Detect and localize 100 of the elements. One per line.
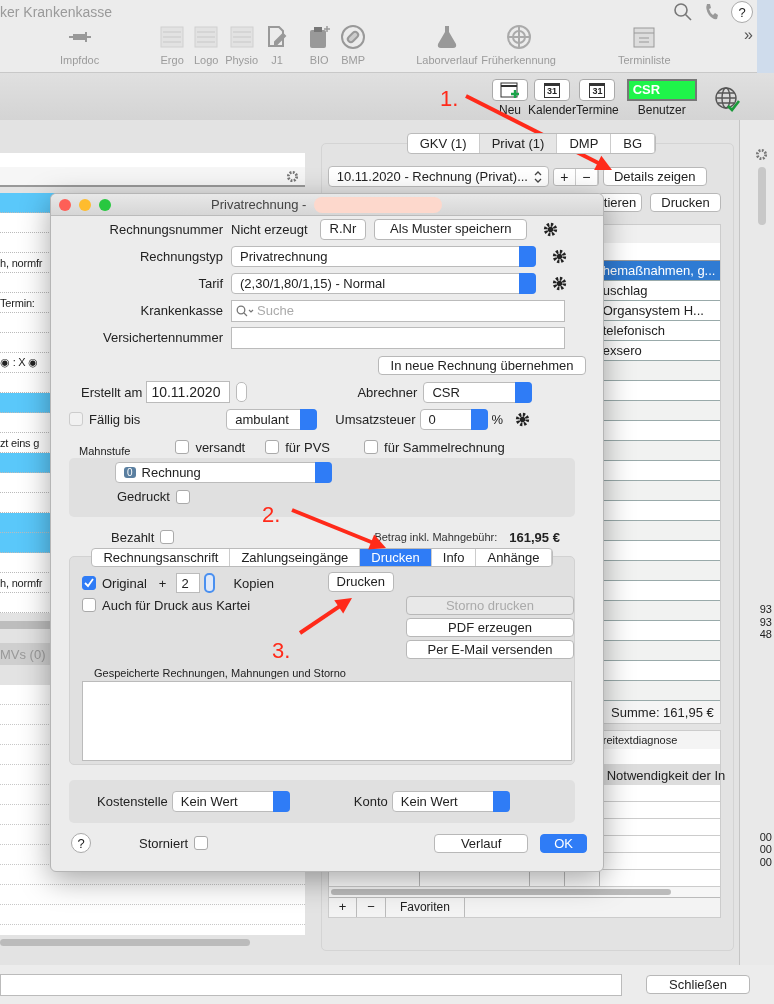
- settings-icon[interactable]: [515, 411, 531, 427]
- transfer-button[interactable]: In neue Rechnung übernehmen: [378, 356, 586, 375]
- tab[interactable]: GKV (1): [407, 134, 480, 153]
- checkbox-label: für Sammelrechnung: [384, 439, 505, 455]
- table-cell: 00: [759, 855, 772, 868]
- annotation-arrow: [298, 598, 352, 635]
- invoice-type-dropdown[interactable]: Privatrechnung: [231, 246, 536, 267]
- updown-icon: [533, 170, 542, 183]
- checkbox[interactable]: [175, 489, 190, 504]
- tab[interactable]: Rechnungsanschrift: [92, 549, 231, 566]
- close-window-button[interactable]: [59, 198, 71, 211]
- window-title: ker Krankenkasse: [0, 4, 113, 20]
- action-button[interactable]: Drucken: [650, 193, 721, 212]
- pill-icon: [340, 24, 367, 50]
- checkbox[interactable]: [175, 440, 190, 454]
- table-cell: 00: [759, 843, 772, 856]
- print-button[interactable]: Drucken: [327, 572, 394, 592]
- field-label: Versichertennummer: [102, 330, 223, 345]
- stepper[interactable]: [204, 573, 216, 593]
- close-button[interactable]: Schließen: [646, 975, 750, 994]
- checkbox[interactable]: [160, 530, 175, 544]
- tab[interactable]: Info: [431, 549, 477, 566]
- step-label: 1.: [440, 86, 459, 111]
- form-icon: [228, 24, 255, 50]
- settings-icon[interactable]: [552, 276, 567, 291]
- history-button[interactable]: Verlauf: [434, 833, 529, 853]
- biller-dropdown[interactable]: CSR: [423, 381, 533, 403]
- settings-icon[interactable]: [552, 249, 567, 264]
- toolbar-button[interactable]: [492, 79, 528, 101]
- tariff-dropdown[interactable]: (2,30/1,80/1,15) - Normal: [231, 273, 536, 294]
- field-label: Krankenkasse: [139, 303, 223, 318]
- saved-documents-list[interactable]: [82, 681, 572, 761]
- copies-label: Kopien: [233, 575, 274, 591]
- favorites-button[interactable]: Favoriten: [385, 898, 465, 917]
- copies-field[interactable]: 2: [176, 573, 201, 593]
- field-label: Kostenstelle: [97, 794, 168, 809]
- add-button[interactable]: +: [553, 168, 576, 185]
- stepper[interactable]: [236, 382, 248, 402]
- account-dropdown[interactable]: Kein Wert: [391, 791, 510, 812]
- action-button[interactable]: R.Nr: [319, 219, 367, 240]
- column-header[interactable]: reitextdiagnose: [602, 734, 678, 746]
- tab[interactable]: Privat (1): [479, 134, 558, 153]
- details-button[interactable]: Details zeigen: [602, 167, 707, 186]
- toolbar-button[interactable]: 31: [579, 79, 616, 101]
- toolbar-label: Kalender: [528, 103, 577, 117]
- add-button[interactable]: +: [328, 898, 358, 917]
- field-value: Nicht erzeugt: [231, 222, 308, 237]
- checkbox[interactable]: [82, 598, 96, 612]
- tab[interactable]: BG: [611, 134, 656, 153]
- invoice-dropdown[interactable]: 10.11.2020 - Rechnung (Privat)...: [327, 166, 549, 187]
- action-button[interactable]: Als Muster speichern: [374, 219, 528, 240]
- zoom-button[interactable]: [99, 198, 111, 211]
- action-button[interactable]: Per E-Mail versenden: [406, 640, 574, 659]
- table-cell: 48: [759, 628, 772, 641]
- checkbox[interactable]: [364, 440, 379, 454]
- field-label: Erstellt am: [81, 384, 143, 400]
- input-field[interactable]: [231, 326, 565, 349]
- scrollbar[interactable]: [0, 939, 250, 946]
- action-button[interactable]: PDF erzeugen: [406, 618, 574, 637]
- dunning-dropdown[interactable]: 0 Rechnung: [115, 462, 332, 483]
- tab[interactable]: Drucken: [360, 549, 432, 566]
- checkbox-label: für PVS: [285, 439, 331, 455]
- settings-icon: [755, 148, 768, 161]
- toolbar-overflow-button[interactable]: »: [744, 26, 753, 44]
- toolbar-button[interactable]: 31: [534, 79, 570, 101]
- field-label: Konto: [353, 794, 388, 809]
- remove-button[interactable]: −: [357, 898, 386, 917]
- tab[interactable]: Anhänge: [476, 549, 552, 566]
- dialog-title: Privatrechnung -: [211, 197, 308, 212]
- list-label: Gespeicherte Rechnungen, Mahnungen und Storno: [94, 667, 347, 679]
- minimize-button[interactable]: [79, 198, 91, 211]
- search-icon[interactable]: [673, 2, 693, 22]
- phone-icon[interactable]: [703, 2, 721, 22]
- ok-button[interactable]: OK: [540, 833, 588, 853]
- field-label: Umsatzsteuer: [335, 411, 416, 427]
- help-button[interactable]: ?: [71, 833, 91, 853]
- checkbox[interactable]: [194, 836, 209, 850]
- globe-icon[interactable]: [712, 85, 741, 113]
- checkbox[interactable]: [82, 576, 96, 590]
- step-label: 3.: [272, 638, 291, 663]
- scrollbar[interactable]: [328, 887, 720, 897]
- help-button[interactable]: ?: [731, 1, 753, 23]
- step-label: 2.: [262, 502, 281, 527]
- text-field[interactable]: [0, 973, 622, 996]
- sum-label: Summe: 161,95 €: [611, 704, 714, 720]
- user-label: Benutzer: [637, 103, 686, 117]
- search-icon: [236, 304, 254, 317]
- tab[interactable]: DMP: [557, 134, 612, 153]
- settings-icon[interactable]: [543, 222, 559, 237]
- checkbox-label: Storniert: [139, 835, 189, 851]
- table-cell: 00: [759, 830, 772, 843]
- scrollbar[interactable]: [758, 167, 766, 225]
- setting-dropdown[interactable]: ambulant: [226, 408, 318, 430]
- vat-dropdown[interactable]: 0: [419, 408, 488, 430]
- toolbar-label: Termine: [576, 103, 619, 117]
- checkbox[interactable]: [69, 412, 83, 426]
- cost-center-dropdown[interactable]: Kein Wert: [171, 791, 290, 812]
- date-field[interactable]: 10.11.2020: [146, 381, 231, 403]
- checkbox[interactable]: [265, 440, 280, 454]
- amount-value: 161,95 €: [509, 529, 560, 545]
